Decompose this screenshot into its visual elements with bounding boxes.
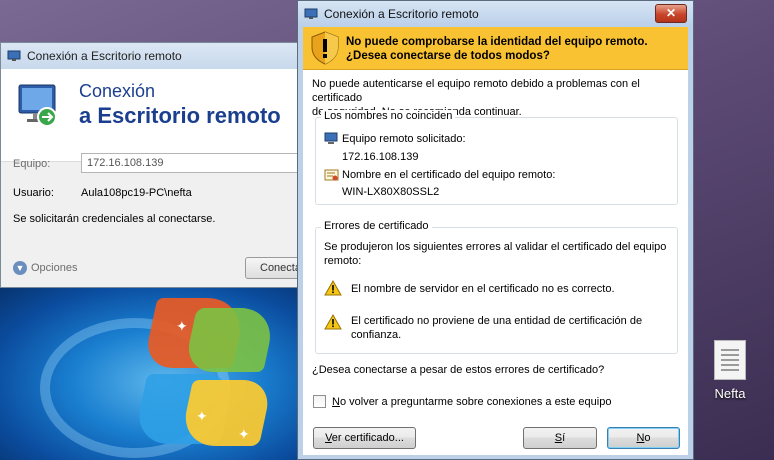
errors-intro: Se produjeron los siguientes errores al … — [324, 240, 666, 268]
equipo-field[interactable]: 172.16.108.139 — [81, 153, 301, 173]
cert-name-label: Nombre en el certificado del equipo remo… — [342, 169, 556, 181]
remote-desktop-monitor-icon — [18, 84, 57, 127]
close-button[interactable]: ✕ — [655, 4, 687, 23]
usuario-label: Usuario: — [13, 187, 54, 199]
intro-line1: No puede autenticarse el equipo remoto d… — [312, 78, 640, 104]
rdp-title-bar[interactable]: Conexión a Escritorio remoto — [1, 43, 299, 69]
dont-ask-again-checkbox[interactable] — [313, 395, 326, 408]
dialog-title: Conexión a Escritorio remoto — [324, 7, 479, 21]
dialog-body: No puede comprobarse la identidad del eq… — [303, 27, 688, 455]
computer-icon — [324, 132, 338, 144]
errors-intro-line1: Se produjeron los siguientes errores al … — [324, 241, 667, 253]
yes-label: í — [562, 432, 566, 444]
names-mismatch-group: Los nombres no coinciden Equipo remoto s… — [315, 110, 678, 205]
view-certificate-button[interactable]: Ver certificado... — [313, 427, 416, 449]
warning-headline-line2: ¿Desea conectarse de todos modos? — [346, 50, 550, 62]
rdp-client-window: Conexión a Escritorio remoto Conexión a … — [0, 42, 305, 288]
error2-line1: El certificado no proviene de una entida… — [351, 315, 643, 327]
equipo-label: Equipo: — [13, 158, 51, 170]
dialog-title-bar[interactable]: Conexión a Escritorio remoto ✕ — [298, 1, 693, 27]
no-button[interactable]: No — [607, 427, 680, 449]
warning-headline: No puede comprobarse la identidad del eq… — [346, 35, 648, 63]
view-certificate-label: er certificado... — [331, 432, 404, 444]
connect-button[interactable]: Conecta — [245, 257, 305, 279]
desktop-file-nefta[interactable]: Nefta — [702, 340, 758, 401]
connect-question: ¿Desea conectarse a pesar de estos error… — [312, 364, 605, 376]
error2-line2: confianza. — [351, 329, 402, 341]
yes-button[interactable]: Sí — [523, 427, 597, 449]
requested-computer-value: 172.16.108.139 — [342, 151, 419, 163]
desktop-icon-label: Nefta — [714, 386, 746, 401]
warning-headline-line1: No puede comprobarse la identidad del eq… — [346, 36, 648, 48]
warning-icon — [324, 314, 342, 330]
rdp-header-line2: a Escritorio remoto — [79, 103, 281, 128]
rdp-app-icon — [7, 50, 21, 61]
requested-computer-label: Equipo remoto solicitado: — [342, 133, 466, 145]
text-document-icon — [714, 340, 746, 380]
cert-name-value: WIN-LX80X80SSL2 — [342, 186, 440, 198]
error-untrusted-authority: El certificado no proviene de una entida… — [351, 314, 642, 342]
dont-ask-again-label[interactable]: No volver a preguntarme sobre conexiones… — [332, 395, 611, 409]
mnemonic-n: N — [332, 396, 340, 408]
credentials-note: Se solicitarán credenciales al conectars… — [13, 213, 216, 225]
security-shield-warning-icon — [311, 31, 339, 65]
sparkle-icon: ✦ — [176, 318, 188, 334]
certificate-errors-group: Errores de certificado Se produjeron los… — [315, 220, 678, 354]
errors-intro-line2: remoto: — [324, 255, 362, 267]
chevron-down-icon: ▼ — [13, 261, 27, 275]
error-server-name: El nombre de servidor en el certificado … — [351, 283, 615, 295]
rdp-header: Conexión a Escritorio remoto — [1, 69, 299, 162]
certificate-icon — [324, 169, 339, 181]
warning-banner: No puede comprobarse la identidad del eq… — [303, 27, 688, 70]
options-toggle[interactable]: ▼ Opciones — [13, 261, 77, 275]
windows-logo-yellow — [178, 380, 274, 446]
rdp-window-title: Conexión a Escritorio remoto — [27, 49, 182, 63]
windows-logo-green — [183, 308, 277, 372]
options-label: Opciones — [31, 261, 78, 274]
no-label: o — [644, 432, 651, 444]
certificate-warning-dialog: Conexión a Escritorio remoto ✕ No puede … — [297, 0, 694, 460]
desktop-wallpaper: ✦ ✦ ✦ — [0, 288, 300, 460]
usuario-value: Aula108pc19-PC\nefta — [81, 187, 192, 199]
names-group-label: Los nombres no coinciden — [321, 110, 456, 122]
sparkle-icon: ✦ — [196, 408, 208, 424]
rdp-app-icon — [304, 8, 318, 19]
errors-group-label: Errores de certificado — [321, 220, 432, 232]
sparkle-icon: ✦ — [238, 426, 250, 442]
checkbox-label-text: o volver a preguntarme sobre conexiones … — [339, 396, 612, 408]
mnemonic-v: V — [325, 432, 332, 444]
warning-icon — [324, 280, 342, 296]
rdp-header-line1: Conexión — [79, 81, 156, 101]
